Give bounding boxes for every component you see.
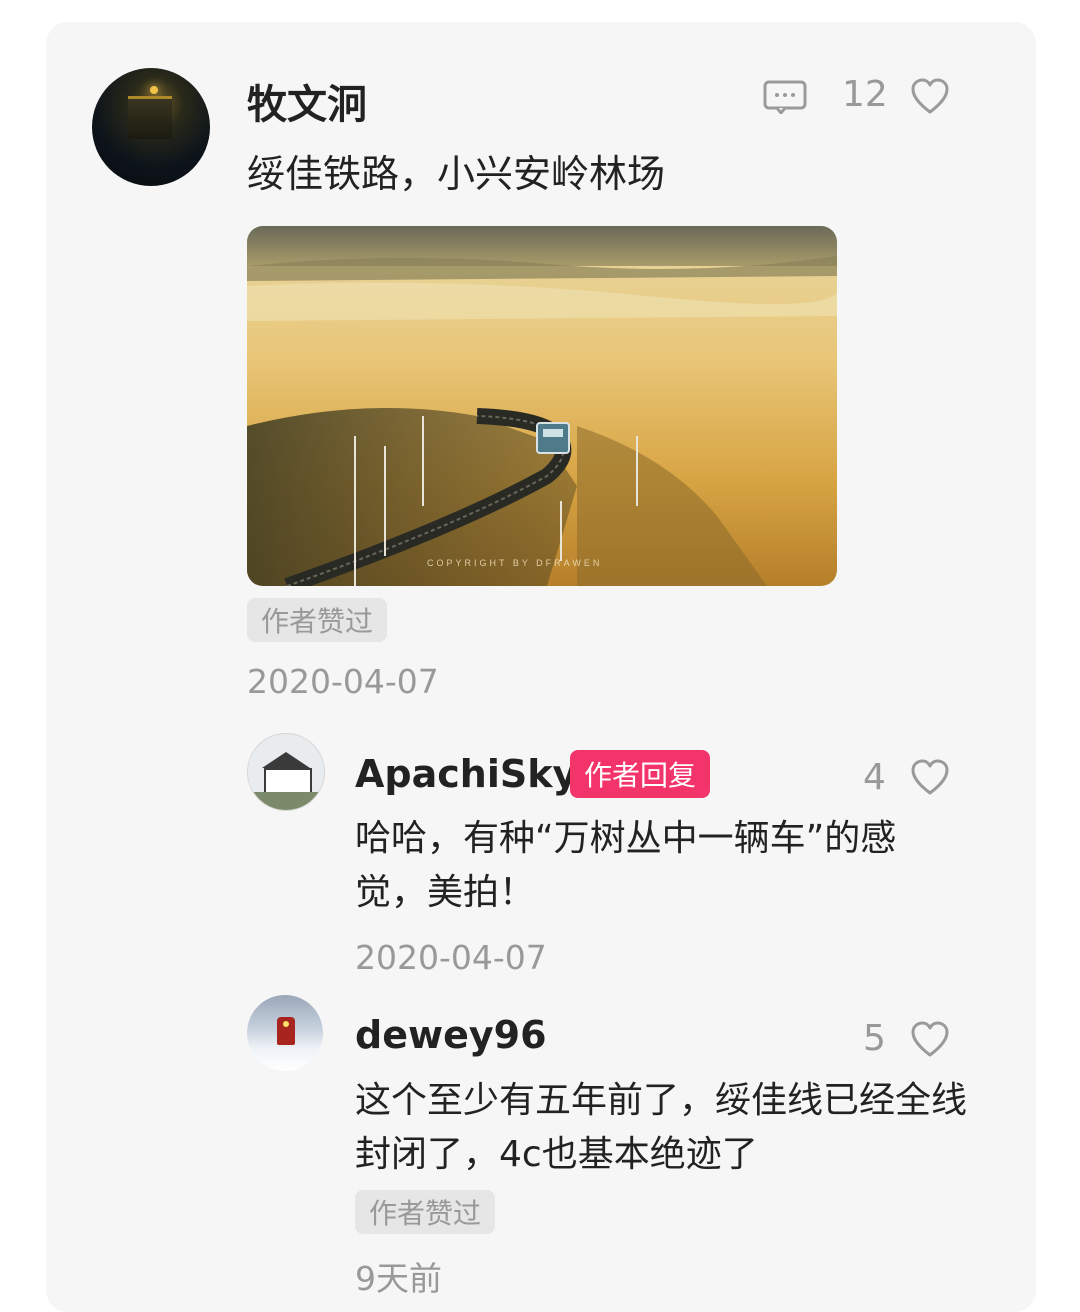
reply-like-count: 4	[863, 757, 886, 798]
avatar[interactable]	[247, 733, 325, 811]
avatar[interactable]	[247, 995, 323, 1071]
roof-glyph	[262, 752, 310, 768]
headlight-glyph	[283, 1021, 289, 1027]
post-photo[interactable]: COPYRIGHT BY DFRAWEN	[247, 226, 837, 586]
heart-icon[interactable]	[910, 1020, 950, 1060]
post-like-count: 12	[842, 74, 888, 115]
avatar[interactable]	[92, 68, 210, 186]
post-text: 绥佳铁路，小兴安岭林场	[247, 152, 666, 196]
reply-date: 2020-04-07	[355, 938, 547, 977]
post-username[interactable]: 牧文泂	[247, 72, 367, 130]
reply-text: 哈哈，有种“万树丛中一辆车”的感觉，美拍！	[355, 818, 897, 913]
lamp-glyph	[150, 86, 158, 94]
house-glyph	[264, 768, 312, 794]
heart-icon[interactable]	[910, 758, 950, 798]
reply-like-count: 5	[863, 1018, 886, 1059]
author-liked-tag: 作者赞过	[247, 598, 388, 642]
reply-date: 9天前	[355, 1259, 442, 1298]
photo-watermark: COPYRIGHT BY DFRAWEN	[427, 558, 602, 568]
building-glyph	[128, 96, 172, 139]
reply-text: 这个至少有五年前了，绥佳线已经全线封闭了，4c也基本绝迹了	[355, 1080, 968, 1175]
reply-username[interactable]: ApachiSky	[355, 752, 577, 796]
comment-icon[interactable]	[763, 80, 807, 114]
author-liked-tag: 作者赞过	[355, 1190, 496, 1234]
reply-username[interactable]: dewey96	[355, 1013, 547, 1057]
heart-icon[interactable]	[910, 77, 950, 117]
author-reply-badge: 作者回复	[570, 750, 711, 798]
post-date: 2020-04-07	[247, 662, 439, 701]
ground-glyph	[248, 792, 324, 810]
